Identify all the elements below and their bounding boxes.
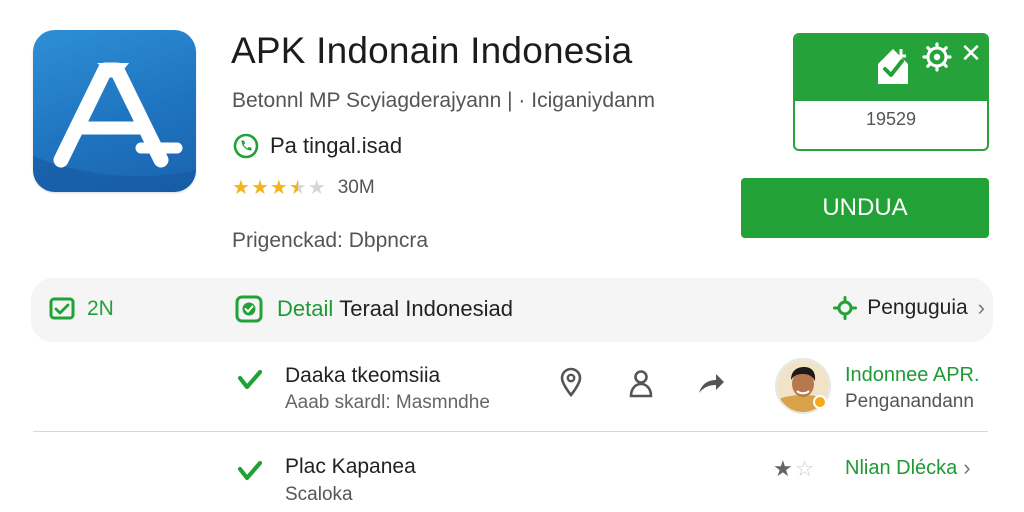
close-icon[interactable]: ✕ [959, 39, 983, 67]
divider [33, 431, 988, 432]
verified-badge-icon [813, 395, 827, 409]
list-item-title[interactable]: Daaka tkeomsiia [285, 364, 440, 388]
half-star-icon: ★ [288, 177, 307, 199]
install-card-header: ✕ [795, 35, 987, 101]
tab-guide-label: Penguguia [867, 296, 968, 319]
category-row[interactable]: Pa tingal.isad [232, 131, 402, 161]
rating-count: 30M [337, 177, 375, 198]
row-rating-stars: ★ ☆ [773, 456, 814, 482]
chat-icon [235, 295, 263, 323]
settings-spark-icon [833, 296, 858, 320]
rate-link[interactable]: Nlian Dlécka › [845, 456, 971, 480]
check-icon [237, 369, 263, 390]
developer-label[interactable]: Prigenckad: Dbpncra [232, 229, 428, 253]
tab-messages[interactable]: 2N [49, 296, 114, 322]
location-pin-icon[interactable] [558, 367, 584, 397]
category-label: Pa tingal.isad [270, 133, 403, 158]
app-title: APK Indonain Indonesia [231, 30, 633, 71]
phone-circle-icon [233, 133, 259, 159]
tab-detail[interactable]: Detail Teraal Indonesiad [235, 295, 513, 323]
tab-messages-count: 2N [87, 297, 114, 320]
app-detail-page: APK Indonain Indonesia Betonnl MP Scyiag… [0, 0, 1024, 512]
star-icon: ★ [250, 177, 269, 199]
rating-row: ★ ★ ★ ★ ★ 30M [232, 174, 375, 202]
star-icon: ★ [269, 177, 288, 199]
rating-stars: ★ ★ ★ ★ ★ [232, 178, 326, 198]
app-store-a-icon [33, 30, 196, 192]
rate-link-label: Nlian Dlécka [845, 456, 958, 479]
person-icon[interactable] [628, 368, 654, 398]
check-icon [237, 460, 263, 481]
download-button[interactable]: UNDUA [741, 178, 989, 238]
publisher-subtitle: Penganandann [845, 391, 974, 412]
share-icon[interactable] [696, 370, 726, 396]
message-icon [49, 297, 75, 320]
chevron-right-icon: › [977, 295, 985, 320]
tab-guide[interactable]: Penguguia › [833, 296, 985, 320]
chevron-right-icon: › [963, 455, 971, 480]
list-item-subtitle: Scaloka [285, 484, 353, 505]
list-item-subtitle: Aaab skardl: Masmndhe [285, 392, 490, 413]
app-subtitle: Betonnl MP Scyiagderajyann | · Iciganiyd… [232, 89, 655, 112]
empty-star-icon: ☆ [794, 456, 815, 481]
star-icon: ★ [232, 177, 250, 199]
install-card: ✕ 19529 [793, 33, 989, 151]
tab-bar: 2N Detail Teraal Indonesiad Penguguia › [31, 278, 993, 342]
tab-detail-sublabel: Teraal Indonesiad [339, 296, 513, 321]
install-size: 19529 [865, 109, 917, 129]
publisher-name[interactable]: Indonnee APR. [845, 364, 980, 387]
gear-icon[interactable] [922, 42, 952, 72]
tab-detail-label: Detail [277, 296, 334, 321]
star-icon: ★ [773, 456, 793, 481]
home-install-icon[interactable] [874, 44, 912, 88]
list-item-title[interactable]: Plac Kapanea [285, 455, 416, 479]
empty-star-icon: ★ [307, 177, 326, 199]
